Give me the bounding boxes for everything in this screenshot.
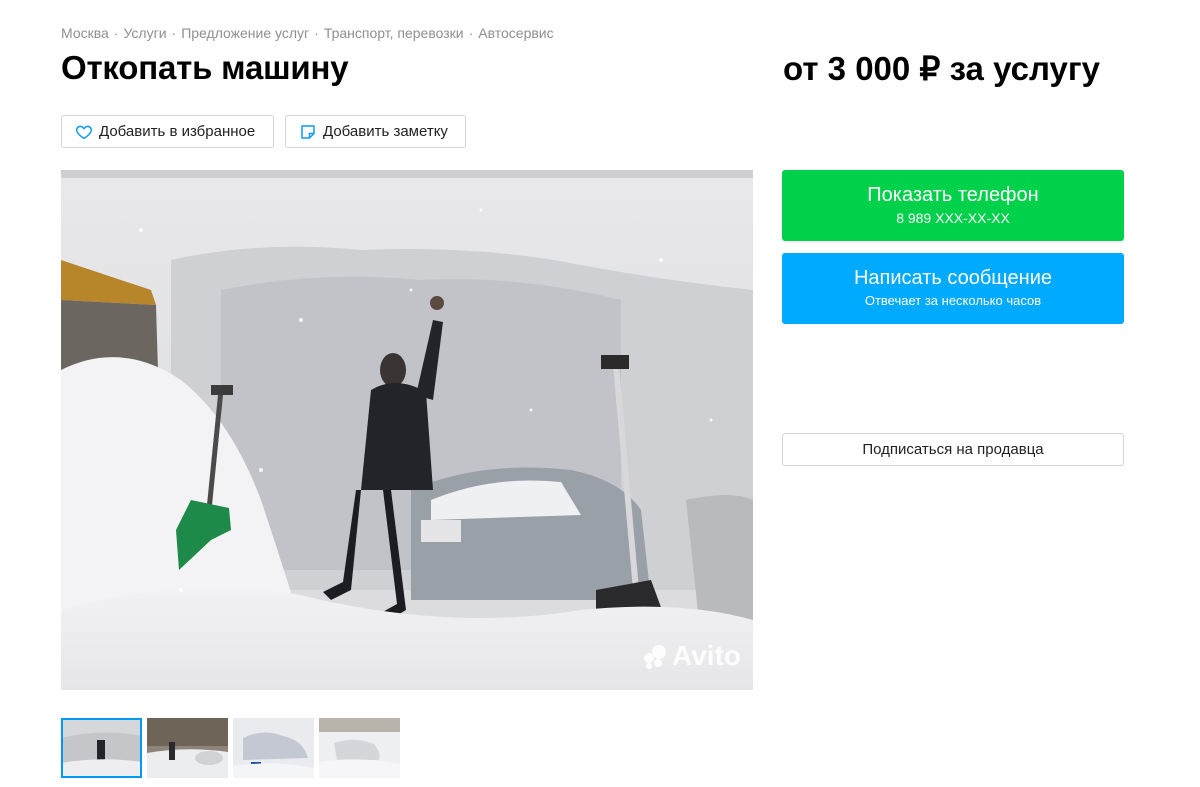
show-phone-label: Показать телефон	[867, 184, 1039, 206]
page-title: Откопать машину	[61, 49, 349, 86]
show-phone-button[interactable]: Показать телефон 8 989 XXX-XX-XX	[782, 170, 1124, 241]
breadcrumb-item-offer[interactable]: Предложение услуг	[181, 25, 309, 41]
add-note-label: Добавить заметку	[323, 123, 448, 140]
main-photo[interactable]: Avito	[61, 170, 753, 690]
breadcrumb-item-autoservice[interactable]: Автосервис	[478, 25, 553, 41]
write-message-button[interactable]: Написать сообщение Отвечает за несколько…	[782, 253, 1124, 324]
avito-logo-icon	[644, 645, 667, 669]
thumbnail-3[interactable]	[233, 718, 314, 778]
breadcrumb: Москва · Услуги · Предложение услуг · Транспор…	[61, 25, 554, 41]
thumbnail-4[interactable]	[319, 718, 400, 778]
subscribe-seller-button[interactable]: Подписаться на продавца	[782, 433, 1124, 466]
response-time: Отвечает за несколько часов	[864, 293, 1042, 308]
write-message-label: Написать сообщение	[853, 267, 1052, 289]
add-note-button[interactable]: Добавить заметку	[285, 115, 466, 148]
watermark-text: Avito	[672, 640, 741, 671]
heart-icon	[76, 125, 92, 139]
thumbnail-strip	[61, 718, 400, 778]
price: от 3 000 ₽ за услугу	[783, 50, 1100, 87]
breadcrumb-item-services[interactable]: Услуги	[123, 25, 166, 41]
breadcrumb-item-transport[interactable]: Транспорт, перевозки	[324, 25, 464, 41]
add-to-favorites-label: Добавить в избранное	[99, 123, 256, 140]
thumbnail-1[interactable]	[61, 718, 142, 778]
phone-number: 8 989 XXX-XX-XX	[896, 210, 1010, 226]
watermark: Avito	[641, 640, 741, 672]
snow-photo-illustration	[61, 170, 753, 690]
breadcrumb-item-city[interactable]: Москва	[61, 25, 109, 41]
note-icon	[301, 124, 315, 139]
thumbnail-2[interactable]	[147, 718, 228, 778]
add-to-favorites-button[interactable]: Добавить в избранное	[61, 115, 274, 148]
